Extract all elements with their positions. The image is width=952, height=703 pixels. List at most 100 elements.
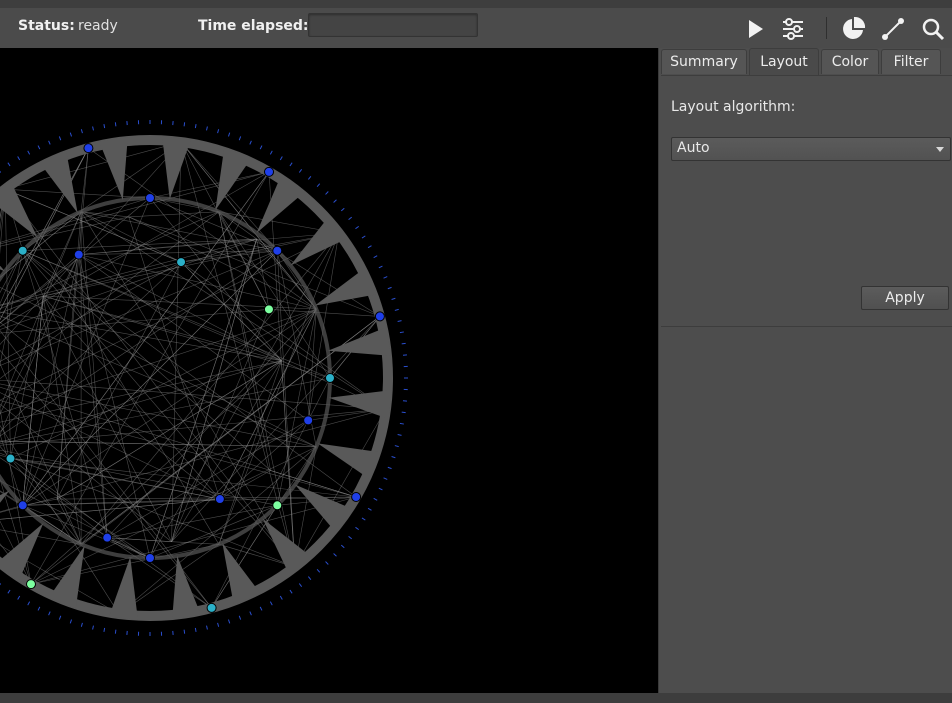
graph-node [374,311,385,322]
window-top-edge [0,0,952,8]
graph-tick [383,477,388,480]
graph-tick [194,124,197,129]
layout-tab-page: Layout algorithm: Auto Apply [661,75,952,327]
graph-node [145,193,155,203]
graph-node [325,373,335,383]
graph-tick [367,507,372,511]
graph-tick [69,132,72,137]
graph-tick [355,225,360,230]
graph-edge [5,188,151,199]
layout-algorithm-value: Auto [677,140,710,156]
graph-tick [391,456,396,459]
graph-node [73,249,84,260]
graph-tick [397,434,402,436]
graph-node [17,245,28,256]
graph-tick [48,611,51,616]
tab-color[interactable]: Color [821,49,879,74]
graph-tick [279,156,283,161]
layout-algorithm-select[interactable]: Auto [671,137,951,161]
graph-node [272,500,283,511]
graph-tick [325,561,329,565]
graph-tick [348,535,353,540]
play-icon[interactable] [742,16,768,42]
graph-tick [103,124,106,129]
graph-tick [387,286,392,290]
graph-edge [22,505,151,559]
graph-tick [249,611,252,616]
edge-line-icon[interactable] [880,16,906,42]
graph-tick [397,320,402,322]
graph-edge [0,309,269,334]
graph-tick [17,156,21,161]
graph-edge [78,254,108,538]
tab-filter[interactable]: Filter [881,49,941,74]
graph-tick [0,170,2,173]
sliders-icon[interactable] [780,16,806,42]
graph-tick [289,589,293,594]
graph-wedge [48,545,85,609]
graph-tick [340,544,345,549]
toolbar-separator [826,17,827,39]
graph-wedge [314,267,378,306]
tab-layout[interactable]: Layout [749,48,819,75]
tab-summary[interactable]: Summary [661,49,747,74]
graph-node [263,304,274,315]
graph-tick [307,175,312,180]
graph-node [214,494,225,505]
graph-tick [17,595,21,600]
graph-tick [333,553,337,557]
graph-wedge [99,137,128,201]
graph-tick [217,129,220,134]
graph-tick [80,129,83,134]
graph-wedge [0,490,10,503]
graph-tick [103,627,106,632]
graph-node [17,500,28,511]
graph-tick [387,466,392,470]
graph-node [145,553,155,563]
graph-edge [4,189,11,459]
graph-tick [401,342,406,345]
graph-tick [399,331,404,334]
search-icon[interactable] [920,16,946,42]
graph-tick [401,411,406,414]
graph-wedge [172,555,201,619]
graph-tick [316,183,321,188]
graph-tick [92,126,94,131]
graph-tick [298,168,303,173]
network-graph[interactable] [0,48,658,693]
graph-edge [0,315,317,448]
graph-node [272,245,283,256]
graph-edge [268,309,380,317]
graph-node [351,492,362,502]
graph-wedge [222,542,261,606]
graph-edge [0,254,79,324]
toolbar: Status: ready Time elapsed: [0,8,952,49]
graph-tick [58,136,62,141]
graph-tick [373,497,378,501]
graph-edge [56,498,108,538]
graph-tick [58,615,62,620]
graph-edge [0,147,89,311]
graph-tick [340,207,345,212]
graph-node [206,602,217,613]
graph-tick [206,126,208,131]
graph-tick [217,622,220,627]
graph-edge [22,250,296,568]
graph-tick [228,132,231,137]
graph-node [264,166,274,177]
pie-chart-icon[interactable] [840,16,866,42]
graph-edge [0,147,89,311]
graph-tick [27,601,31,606]
layout-algorithm-label: Layout algorithm: [671,99,796,115]
graph-tick [269,601,273,606]
status-label: Status: [18,18,75,34]
chevron-down-icon[interactable] [936,147,944,152]
graph-wedge [327,327,391,356]
graph-edge [22,308,317,506]
graph-tick [325,191,329,195]
graph-canvas[interactable] [0,48,658,693]
apply-button[interactable]: Apply [861,286,949,310]
graph-tick [37,606,41,611]
graph-tick [206,625,208,630]
graph-tick [333,199,337,203]
